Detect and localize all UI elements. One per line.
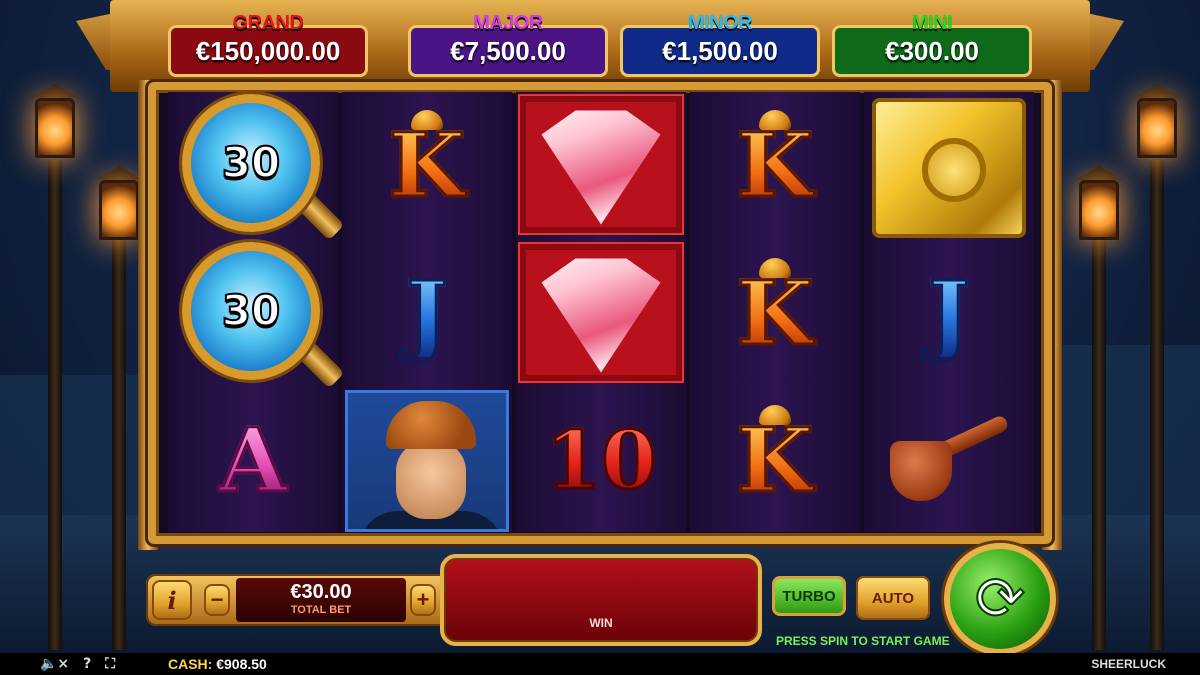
background-building xyxy=(1050,345,1200,515)
symbol-j: J xyxy=(927,260,972,365)
jackpot-minor: €1,500.00 MINOR xyxy=(620,8,820,78)
jackpot-mini-label: MINI xyxy=(911,12,953,34)
reel-5: J xyxy=(864,92,1034,532)
magnifier-icon: 30 xyxy=(182,93,320,232)
detective-hat xyxy=(386,401,476,449)
game-brand: SHEERLUCK xyxy=(1091,657,1166,671)
jackpot-major: €7,500.00 MAJOR xyxy=(408,8,608,78)
street-lamp-icon xyxy=(1079,180,1119,240)
lamp-cap xyxy=(95,166,143,180)
street-lamp-post xyxy=(112,240,126,650)
win-display: WIN xyxy=(440,554,762,646)
symbol-10: 10 xyxy=(544,412,658,507)
jackpot-mini: €300.00 MINI xyxy=(832,8,1032,78)
symbol-k: K xyxy=(735,112,815,217)
lamp-cap xyxy=(1075,166,1123,180)
symbol-j: J xyxy=(405,260,450,365)
reel-cell: K xyxy=(690,92,860,237)
help-icon[interactable]: ? xyxy=(83,656,91,672)
jackpot-major-label: MAJOR xyxy=(473,12,543,34)
reel-cell: 30 xyxy=(168,90,345,240)
lamp-cap xyxy=(31,84,79,98)
turbo-button[interactable]: TURBO xyxy=(772,576,846,616)
footer-bar: 🔈× ? ⛶ CASH: €908.50 SHEERLUCK xyxy=(0,653,1200,675)
magnifier-symbol: 30 xyxy=(178,238,345,388)
jackpot-grand-label: GRAND xyxy=(232,12,304,34)
symbol-k: K xyxy=(735,407,815,512)
reel-1: 30 30 A xyxy=(168,90,345,532)
reel-cell: K xyxy=(690,240,860,385)
pipe-bowl xyxy=(890,441,952,501)
win-label: WIN xyxy=(589,616,613,630)
magnifier-symbol: 30 xyxy=(178,90,345,240)
reel-cell: K xyxy=(342,92,512,237)
reel-cell xyxy=(864,92,1034,238)
total-bet-display: €30.00 TOTAL BET xyxy=(236,578,406,622)
reel-cell: K xyxy=(690,387,860,532)
street-lamp-post xyxy=(1092,240,1106,650)
spin-arrows-icon: ⟳ xyxy=(974,563,1026,635)
reel-cell: J xyxy=(342,240,512,385)
reel-cell xyxy=(864,387,1034,532)
spin-button[interactable]: ⟳ xyxy=(944,543,1056,655)
reel-cell xyxy=(516,240,686,385)
magnifier-icon: 30 xyxy=(182,241,320,380)
reel-cell: 10 xyxy=(516,387,686,532)
street-lamp-icon xyxy=(99,180,139,240)
fullscreen-icon[interactable]: ⛶ xyxy=(105,656,115,672)
reel-cell xyxy=(516,92,686,237)
pipe-icon xyxy=(884,413,1014,501)
reel-cell xyxy=(342,387,512,532)
reel-4: K K K xyxy=(690,92,860,532)
cash-label: CASH: xyxy=(168,656,213,672)
jackpot-minor-label: MINOR xyxy=(687,12,753,34)
background-building xyxy=(0,375,150,515)
control-panel: i − €30.00 TOTAL BET + WIN TURBO AUTO PR… xyxy=(140,543,1060,655)
reel-cell: A xyxy=(168,387,338,532)
vault-wheel-icon xyxy=(922,138,986,202)
street-lamp-post xyxy=(48,160,62,650)
street-lamp-post xyxy=(1150,160,1164,650)
magnifier-value: 30 xyxy=(221,285,281,336)
increase-bet-button[interactable]: + xyxy=(410,584,436,616)
cash-display: CASH: €908.50 xyxy=(168,656,267,672)
reel-2: K J xyxy=(342,92,512,532)
detective-face xyxy=(396,441,466,519)
reel-cell: J xyxy=(864,240,1034,385)
reel-cell: 30 xyxy=(168,238,345,388)
jackpot-grand: €150,000.00 GRAND xyxy=(168,8,368,78)
symbol-k: K xyxy=(387,112,467,217)
reel-3: 10 xyxy=(516,92,686,532)
vault-icon xyxy=(872,98,1026,238)
detective-portrait-icon xyxy=(345,390,509,532)
decrease-bet-button[interactable]: − xyxy=(204,584,230,616)
symbol-a: A xyxy=(217,407,288,512)
lamp-cap xyxy=(1133,84,1181,98)
sound-toggle-icon[interactable]: 🔈× xyxy=(40,656,69,672)
street-lamp-icon xyxy=(1137,98,1177,158)
start-hint: PRESS SPIN TO START GAME xyxy=(776,634,950,648)
cash-value: €908.50 xyxy=(216,656,267,672)
symbol-k: K xyxy=(735,260,815,365)
auto-button[interactable]: AUTO xyxy=(856,576,930,620)
total-bet-label: TOTAL BET xyxy=(290,604,352,616)
magnifier-value: 30 xyxy=(221,137,281,188)
info-button[interactable]: i xyxy=(152,580,192,620)
street-lamp-icon xyxy=(35,98,75,158)
total-bet-value: €30.00 xyxy=(290,581,352,603)
